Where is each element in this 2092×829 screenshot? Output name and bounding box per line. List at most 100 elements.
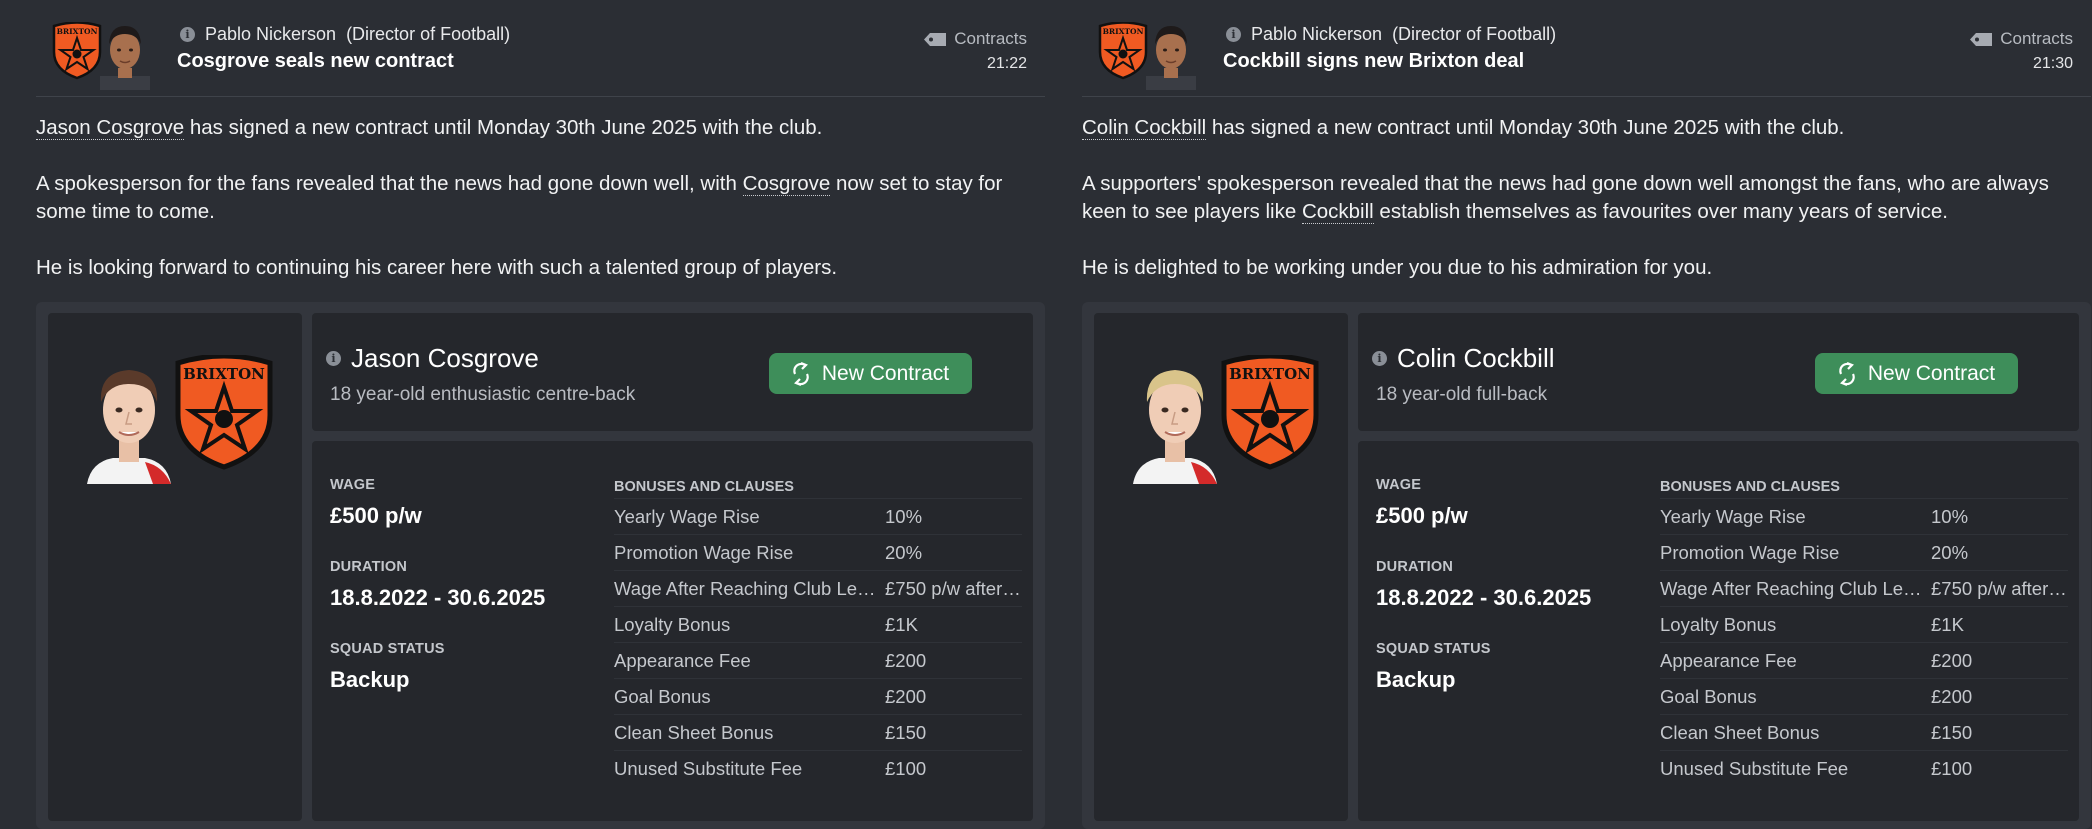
bonus-value: £1K xyxy=(885,613,918,635)
player-link[interactable]: Cockbill xyxy=(1301,200,1374,224)
contract-details: WAGE £500 p/w DURATION 18.8.2022 - 30.6.… xyxy=(312,441,1033,821)
tag-icon xyxy=(924,32,947,46)
player-link[interactable]: Cosgrove xyxy=(742,172,831,196)
sender-name[interactable]: Pablo Nickerson xyxy=(205,24,336,45)
message-subject: Cockbill signs new Brixton deal xyxy=(1223,50,1525,72)
player-portrait[interactable] xyxy=(1129,358,1221,484)
contract-card: BRIXTON i Colin Cockbill 18 year-old ful… xyxy=(1082,302,2091,829)
player-portrait-panel: BRIXTON xyxy=(1094,313,1348,821)
category-label: Contracts xyxy=(2000,29,2073,48)
bonus-row: Clean Sheet Bonus £150 xyxy=(1660,714,2068,750)
sender-name[interactable]: Pablo Nickerson xyxy=(1251,24,1382,45)
crest-shield-icon: BRIXTON xyxy=(1098,21,1148,80)
bonus-value: 10% xyxy=(885,505,923,527)
bonus-value: £750 p/w after 20 Club League Games xyxy=(1931,577,2068,599)
player-portrait-panel: BRIXTON xyxy=(48,313,302,821)
bonus-name: Promotion Wage Rise xyxy=(1660,541,1840,563)
sender-line: i Pablo Nickerson (Director of Football) xyxy=(1226,24,1556,45)
squad-status-label: SQUAD STATUS xyxy=(330,641,445,657)
crest-shield-icon: BRIXTON xyxy=(52,21,102,80)
new-contract-label: New Contract xyxy=(1867,361,1996,385)
paragraph-text: A spokesperson for the fans revealed tha… xyxy=(36,172,743,195)
bonus-row: Wage After Reaching Club League Games£75… xyxy=(614,570,1022,606)
bonus-value: £150 xyxy=(885,721,927,743)
info-icon[interactable]: i xyxy=(180,27,195,42)
bonus-value: 20% xyxy=(1931,541,1969,563)
squad-status-value: Backup xyxy=(330,667,410,692)
svg-text:BRIXTON: BRIXTON xyxy=(1229,365,1311,383)
bonus-row: Yearly Wage Rise 10% xyxy=(614,498,1022,534)
news-item-cosgrove: BRIXTON i Pablo Nickerson (Director of F… xyxy=(36,0,1045,829)
info-icon[interactable]: i xyxy=(1226,27,1241,42)
club-crest[interactable]: BRIXTON xyxy=(173,353,275,471)
info-icon[interactable]: i xyxy=(1372,351,1387,366)
sender-role: (Director of Football) xyxy=(1392,24,1557,44)
wage-label: WAGE xyxy=(330,477,376,493)
bonus-value: £200 xyxy=(885,649,927,671)
bonus-name: Loyalty Bonus xyxy=(614,613,731,635)
bonus-value: £100 xyxy=(1931,757,1973,779)
bonus-name: Appearance Fee xyxy=(1660,649,1797,671)
message-category: Contracts xyxy=(1970,29,2073,49)
player-link[interactable]: Jason Cosgrove xyxy=(36,116,185,140)
bonus-row: Goal Bonus £200 xyxy=(1660,678,2068,714)
tag-icon xyxy=(1970,32,1993,46)
message-category: Contracts xyxy=(924,29,1027,49)
message-time: 21:30 xyxy=(2032,55,2073,72)
bonus-value: £200 xyxy=(1931,685,1973,707)
paragraph-1: Colin Cockbill has signed a new contract… xyxy=(1082,114,2091,142)
message-time: 21:22 xyxy=(986,55,1027,72)
bonus-name: Goal Bonus xyxy=(1660,685,1757,707)
bonus-row: Loyalty Bonus £1K xyxy=(1660,606,2068,642)
bonus-name: Clean Sheet Bonus xyxy=(1660,721,1820,743)
svg-text:BRIXTON: BRIXTON xyxy=(183,365,265,383)
bonus-row: Unused Substitute Fee £100 xyxy=(614,750,1022,786)
player-description: 18 year-old full-back xyxy=(1376,384,1548,405)
bonus-value: 10% xyxy=(1931,505,1969,527)
sender-role: (Director of Football) xyxy=(346,24,511,44)
new-contract-button[interactable]: New Contract xyxy=(1815,353,2018,394)
bonus-row: Loyalty Bonus £1K xyxy=(614,606,1022,642)
player-name-row: i Jason Cosgrove xyxy=(326,343,539,374)
bonus-name: Yearly Wage Rise xyxy=(1660,505,1806,527)
squad-status-value: Backup xyxy=(1376,667,1456,692)
bonus-name: Promotion Wage Rise xyxy=(614,541,794,563)
bonus-name: Unused Substitute Fee xyxy=(1660,757,1849,779)
category-label: Contracts xyxy=(954,29,1027,48)
paragraph-text: has signed a new contract until Monday 3… xyxy=(1206,116,1845,139)
player-name-row: i Colin Cockbill xyxy=(1372,343,1555,374)
bonuses-table: Yearly Wage Rise 10% Promotion Wage Rise 2… xyxy=(1660,498,2068,786)
player-link[interactable]: Colin Cockbill xyxy=(1082,116,1207,140)
crest-shield-icon: BRIXTON xyxy=(1221,353,1319,470)
info-icon[interactable]: i xyxy=(326,351,341,366)
player-name[interactable]: Jason Cosgrove xyxy=(351,343,539,374)
bonus-name: Wage After Reaching Club League Games xyxy=(614,577,885,599)
bonus-value: £750 p/w after 20 Club League Games xyxy=(885,577,1022,599)
new-contract-button[interactable]: New Contract xyxy=(769,353,972,394)
paragraph-1: Jason Cosgrove has signed a new contract… xyxy=(36,114,1045,142)
wage-value: £500 p/w xyxy=(1376,503,1468,528)
player-header: i Jason Cosgrove 18 year-old enthusiasti… xyxy=(312,313,1033,431)
paragraph-text: has signed a new contract until Monday 3… xyxy=(184,116,823,139)
player-portrait[interactable] xyxy=(83,358,175,484)
bonus-value: £100 xyxy=(885,757,927,779)
paragraph-text: establish themselves as favourites over … xyxy=(1373,200,1948,223)
squad-status-label: SQUAD STATUS xyxy=(1376,641,1491,657)
news-item-cockbill: BRIXTON i Pablo Nickerson (Director of F… xyxy=(1082,0,2091,829)
sender-avatar[interactable] xyxy=(100,18,150,90)
bonus-name: Clean Sheet Bonus xyxy=(614,721,774,743)
contract-icon xyxy=(1839,361,1855,386)
bonuses-table: Yearly Wage Rise 10% Promotion Wage Rise 2… xyxy=(614,498,1022,786)
sender-avatar[interactable] xyxy=(1146,18,1196,90)
bonus-name: Loyalty Bonus xyxy=(1660,613,1777,635)
club-crest: BRIXTON xyxy=(1098,21,1148,80)
club-crest[interactable]: BRIXTON xyxy=(1219,353,1321,471)
club-crest: BRIXTON xyxy=(52,21,102,80)
bonus-value: £1K xyxy=(1931,613,1964,635)
bonus-row: Appearance Fee £200 xyxy=(1660,642,2068,678)
player-face-icon xyxy=(1133,370,1217,484)
player-name[interactable]: Colin Cockbill xyxy=(1397,343,1555,374)
bonuses-title: BONUSES AND CLAUSES xyxy=(1660,479,1840,495)
bonus-row: Yearly Wage Rise 10% xyxy=(1660,498,2068,534)
player-header: i Colin Cockbill 18 year-old full-back N… xyxy=(1358,313,2079,431)
